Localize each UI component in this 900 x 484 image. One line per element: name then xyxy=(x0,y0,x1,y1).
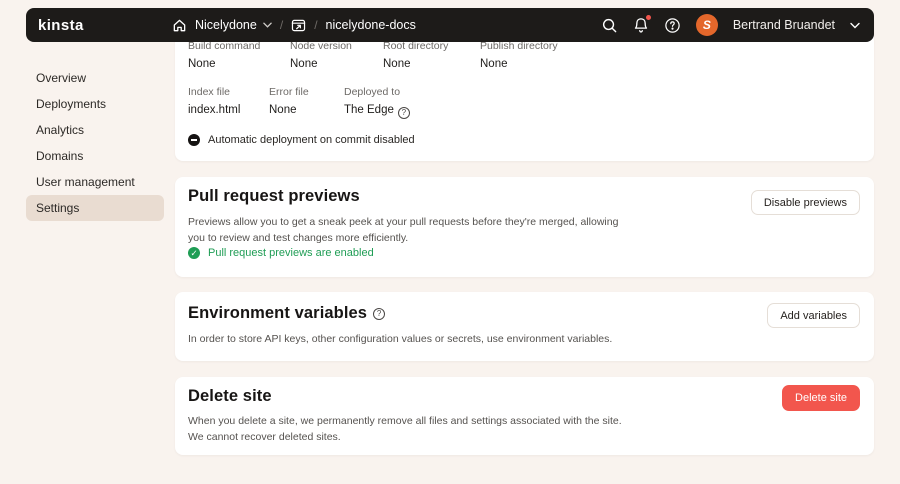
sidebar-item-label: Deployments xyxy=(36,97,107,111)
breadcrumb: Nicelydone / / nicelydone-docs xyxy=(172,8,416,42)
card-description: In order to store API keys, other config… xyxy=(188,333,613,345)
add-variables-button[interactable]: Add variables xyxy=(767,303,860,328)
auto-deploy-status: Automatic deployment on commit disabled xyxy=(188,134,415,146)
field-error-file: Error file None xyxy=(269,86,309,116)
breadcrumb-company-label: Nicelydone xyxy=(195,18,257,32)
notification-badge xyxy=(645,14,651,20)
card-title: Environment variables xyxy=(188,304,368,322)
sidebar-item-analytics[interactable]: Analytics xyxy=(26,117,164,143)
disabled-icon xyxy=(188,134,200,146)
static-site-icon xyxy=(291,19,306,32)
breadcrumb-company[interactable]: Nicelydone xyxy=(195,18,272,32)
previews-status: ✓ Pull request previews are enabled xyxy=(188,247,374,259)
card-title: Pull request previews xyxy=(188,187,360,205)
user-name[interactable]: Bertrand Bruandet xyxy=(733,18,835,32)
status-text: Automatic deployment on commit disabled xyxy=(208,134,415,146)
delete-site-button[interactable]: Delete site xyxy=(782,385,860,411)
status-text: Pull request previews are enabled xyxy=(208,247,374,259)
disable-previews-button[interactable]: Disable previews xyxy=(750,190,860,215)
card-description: When you delete a site, we permanently r… xyxy=(188,415,622,444)
field-value: index.html xyxy=(188,104,241,116)
sidebar-item-label: Domains xyxy=(36,149,84,163)
field-label: Error file xyxy=(269,86,309,98)
sidebar-item-label: Analytics xyxy=(36,123,85,137)
question-circle-icon[interactable]: ? xyxy=(373,307,386,320)
field-label: Deployed to xyxy=(344,86,401,98)
field-node-version: Node version None xyxy=(290,40,352,70)
kinsta-logo[interactable]: kinsta xyxy=(38,17,84,34)
delete-site-card: Delete site Delete site When you delete … xyxy=(175,377,874,455)
chevron-down-icon xyxy=(263,22,272,28)
field-value: The Edge? xyxy=(344,104,410,119)
home-icon[interactable] xyxy=(172,18,187,33)
notifications-bell-icon[interactable] xyxy=(633,14,651,34)
field-value: None xyxy=(383,58,411,70)
breadcrumb-site[interactable]: nicelydone-docs xyxy=(326,18,416,32)
question-circle-icon[interactable]: ? xyxy=(397,107,410,119)
sidebar-item-user-management[interactable]: User management xyxy=(26,169,164,195)
breadcrumb-separator: / xyxy=(279,18,284,32)
card-title: Delete site xyxy=(188,387,272,405)
check-circle-icon: ✓ xyxy=(188,247,200,259)
card-description: Previews allow you to get a sneak peek a… xyxy=(188,216,619,245)
deployed-to-value: The Edge xyxy=(344,104,394,116)
field-label: Index file xyxy=(188,86,231,98)
field-value: None xyxy=(290,58,318,70)
user-menu-chevron-down-icon[interactable] xyxy=(850,22,860,29)
field-publish-directory: Publish directory None xyxy=(480,40,558,70)
field-value: None xyxy=(480,58,508,70)
search-icon[interactable] xyxy=(601,17,618,34)
field-value: None xyxy=(269,104,297,116)
breadcrumb-separator: / xyxy=(314,18,318,32)
field-index-file: Index file index.html xyxy=(188,86,240,116)
environment-variables-card: Environment variables ? Add variables In… xyxy=(175,292,874,361)
site-settings-sidebar: Overview Deployments Analytics Domains U… xyxy=(26,65,164,221)
field-root-directory: Root directory None xyxy=(383,40,448,70)
sidebar-item-label: User management xyxy=(36,175,135,189)
field-value: None xyxy=(188,58,216,70)
sidebar-item-settings[interactable]: Settings xyxy=(26,195,164,221)
header-actions: S Bertrand Bruandet xyxy=(601,14,874,36)
sidebar-item-domains[interactable]: Domains xyxy=(26,143,164,169)
sidebar-item-deployments[interactable]: Deployments xyxy=(26,91,164,117)
help-icon[interactable] xyxy=(664,17,681,34)
sidebar-item-overview[interactable]: Overview xyxy=(26,65,164,91)
sidebar-item-label: Overview xyxy=(36,71,87,85)
avatar[interactable]: S xyxy=(695,14,718,36)
field-deployed-to: Deployed to The Edge? xyxy=(344,86,410,119)
sidebar-item-label: Settings xyxy=(36,201,80,215)
pull-request-previews-card: Pull request previews Disable previews P… xyxy=(175,177,874,277)
top-navigation-bar: kinsta Nicelydone / / nicelydone-docs S … xyxy=(26,8,874,42)
field-build-command: Build command None xyxy=(188,40,260,70)
